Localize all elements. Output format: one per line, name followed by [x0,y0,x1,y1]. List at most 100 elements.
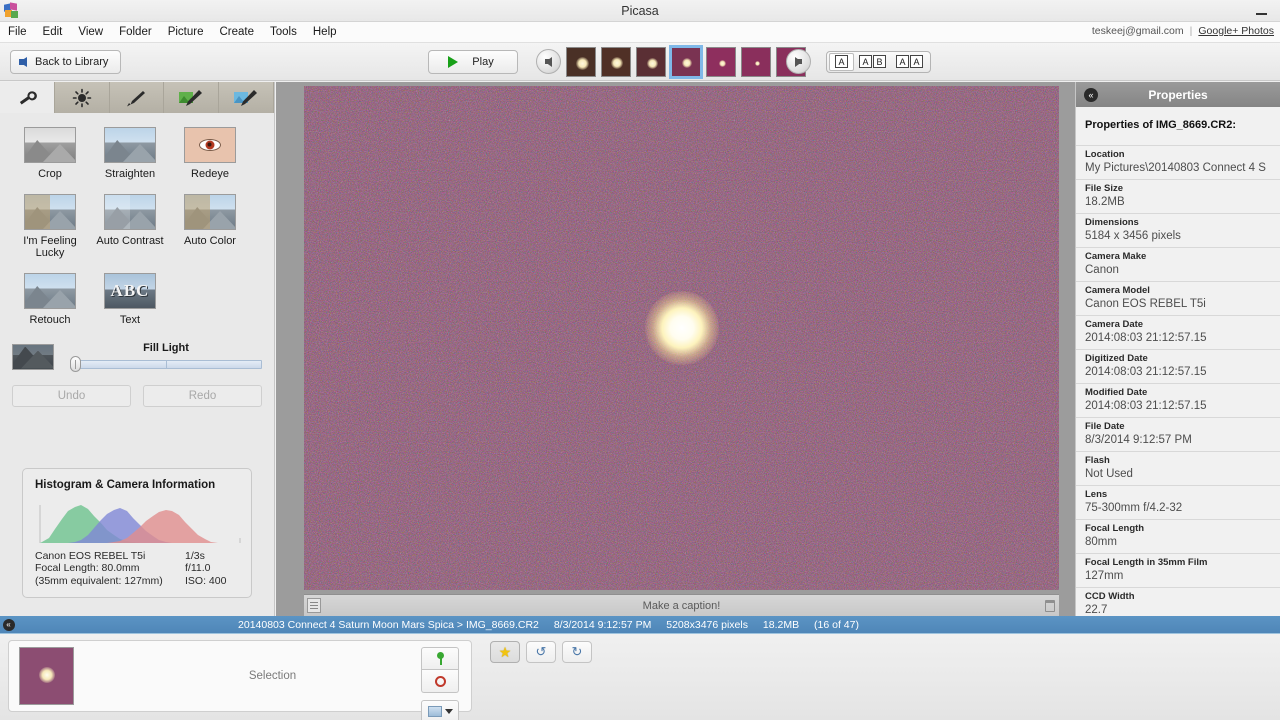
property-key: CCD Width [1085,591,1135,602]
selection-thumbnail[interactable] [19,647,74,705]
view-mode-letter: A [859,55,872,68]
tool-redeye[interactable]: Redeye [170,127,250,180]
minimize-button[interactable] [1250,4,1272,18]
menu-help[interactable]: Help [305,24,345,40]
tool-row: I'm Feeling Lucky Auto Contrast Auto Col… [10,194,264,273]
tab-effects[interactable] [109,82,165,113]
menu-tools[interactable]: Tools [262,24,305,40]
view-mode-compare-aa[interactable]: A A [891,53,928,71]
property-row: Camera Make Canon [1076,247,1280,281]
menu-edit[interactable]: Edit [35,24,71,40]
property-row: Digitized Date 2014:08:03 21:12:57.15 [1076,349,1280,383]
tool-label: Crop [38,168,62,180]
filmstrip-thumb-selected[interactable] [669,44,703,79]
account-email: teskeej@gmail.com [1091,25,1184,37]
caption-text-icon[interactable] [307,598,321,613]
property-key: Focal Length [1085,523,1145,534]
tool-straighten[interactable]: Straighten [90,127,170,180]
crop-icon [24,127,76,163]
tool-crop[interactable]: Crop [10,127,90,180]
prev-photo-button[interactable] [536,49,561,74]
clear-selection-button[interactable] [421,670,459,693]
photo-canvas[interactable] [304,86,1059,590]
arrow-left-icon [19,56,27,67]
auto-color-icon [184,194,236,230]
fill-light-label: Fill Light [143,342,189,354]
filmstrip-thumb[interactable] [706,46,736,77]
auto-contrast-icon [104,194,156,230]
undo-button[interactable]: Undo [12,385,131,407]
album-icon [427,706,442,717]
view-mode-single[interactable]: A [829,52,854,71]
tool-text[interactable]: ABC Text [90,273,170,326]
tool-auto-color[interactable]: Auto Color [170,194,250,259]
fill-light-icon [12,343,54,370]
filmstrip-thumb[interactable] [566,46,596,77]
chevron-down-icon [444,709,453,714]
google-photos-link[interactable]: Google+ Photos [1198,25,1274,37]
histogram-panel: Histogram & Camera Information Canon EOS… [22,467,252,598]
filmstrip-thumb[interactable] [601,46,631,77]
trash-icon[interactable] [1045,599,1055,612]
view-mode-letter: B [873,55,886,68]
menu-create[interactable]: Create [211,24,262,40]
property-row: Camera Model Canon EOS REBEL T5i [1076,281,1280,315]
tab-effects-green[interactable] [164,82,220,113]
tool-retouch[interactable]: Retouch [10,273,90,326]
property-key: File Size [1085,183,1124,194]
property-value: 127mm [1085,570,1124,582]
caption-bar[interactable]: Make a caption! [304,594,1059,616]
filmstrip-thumb[interactable] [741,46,771,77]
tab-tuning[interactable] [54,82,110,113]
property-value: Not Used [1085,468,1133,480]
property-key: Dimensions [1085,217,1139,228]
rotate-ccw-icon: ↺ [535,644,547,659]
histogram-chart [35,497,241,543]
text-icon-glyph: ABC [110,281,150,300]
fill-light-slider[interactable] [70,356,262,372]
status-collapse-button[interactable]: « [0,616,17,633]
status-date: 8/3/2014 9:12:57 PM [553,618,652,631]
property-row: Focal Length 80mm [1076,519,1280,553]
menu-folder[interactable]: Folder [111,24,160,40]
slider-knob[interactable] [70,356,81,372]
tool-label: Straighten [104,168,156,180]
filmstrip-thumb[interactable] [636,46,666,77]
separator: | [1189,25,1193,37]
view-mode-group: A A B A A [826,50,931,73]
tab-basic-fixes[interactable] [0,82,55,113]
property-row: Flash Not Used [1076,451,1280,485]
tool-label: Auto Contrast [96,235,164,247]
album-dropdown-button[interactable] [421,700,459,720]
property-value: 80mm [1085,536,1117,548]
view-mode-letter: A [835,55,848,68]
menu-view[interactable]: View [70,24,111,40]
properties-list: Location My Pictures\20140803 Connect 4 … [1076,145,1280,616]
star-button[interactable]: ★ [490,641,520,663]
play-button[interactable]: Play [428,49,518,74]
selection-buttons [421,647,459,720]
menu-file[interactable]: File [0,24,35,40]
pin-button[interactable] [421,647,459,670]
redo-button[interactable]: Redo [143,385,262,407]
tab-effects-blue[interactable] [219,82,274,113]
status-dimensions: 5208x3476 pixels [666,618,748,631]
property-value: My Pictures\20140803 Connect 4 S [1085,162,1266,174]
rotate-left-button[interactable]: ↺ [526,641,556,663]
property-value: Canon [1085,264,1119,276]
view-mode-letter: A [910,55,923,68]
tool-feeling-lucky[interactable]: I'm Feeling Lucky [10,194,90,259]
properties-title: Properties [1148,87,1208,102]
collapse-panel-button[interactable]: « [1084,87,1098,102]
top-toolbar: Back to Library Play A A B A A [0,43,1280,81]
property-key: Camera Make [1085,251,1147,262]
tool-label: Auto Color [184,235,236,247]
filmstrip [566,44,806,79]
property-row: File Date 8/3/2014 9:12:57 PM [1076,417,1280,451]
next-photo-button[interactable] [786,49,811,74]
view-mode-compare-ab[interactable]: A B [854,53,891,71]
tool-auto-contrast[interactable]: Auto Contrast [90,194,170,259]
back-to-library-button[interactable]: Back to Library [10,49,122,74]
rotate-right-button[interactable]: ↻ [562,641,592,663]
menu-picture[interactable]: Picture [160,24,212,40]
